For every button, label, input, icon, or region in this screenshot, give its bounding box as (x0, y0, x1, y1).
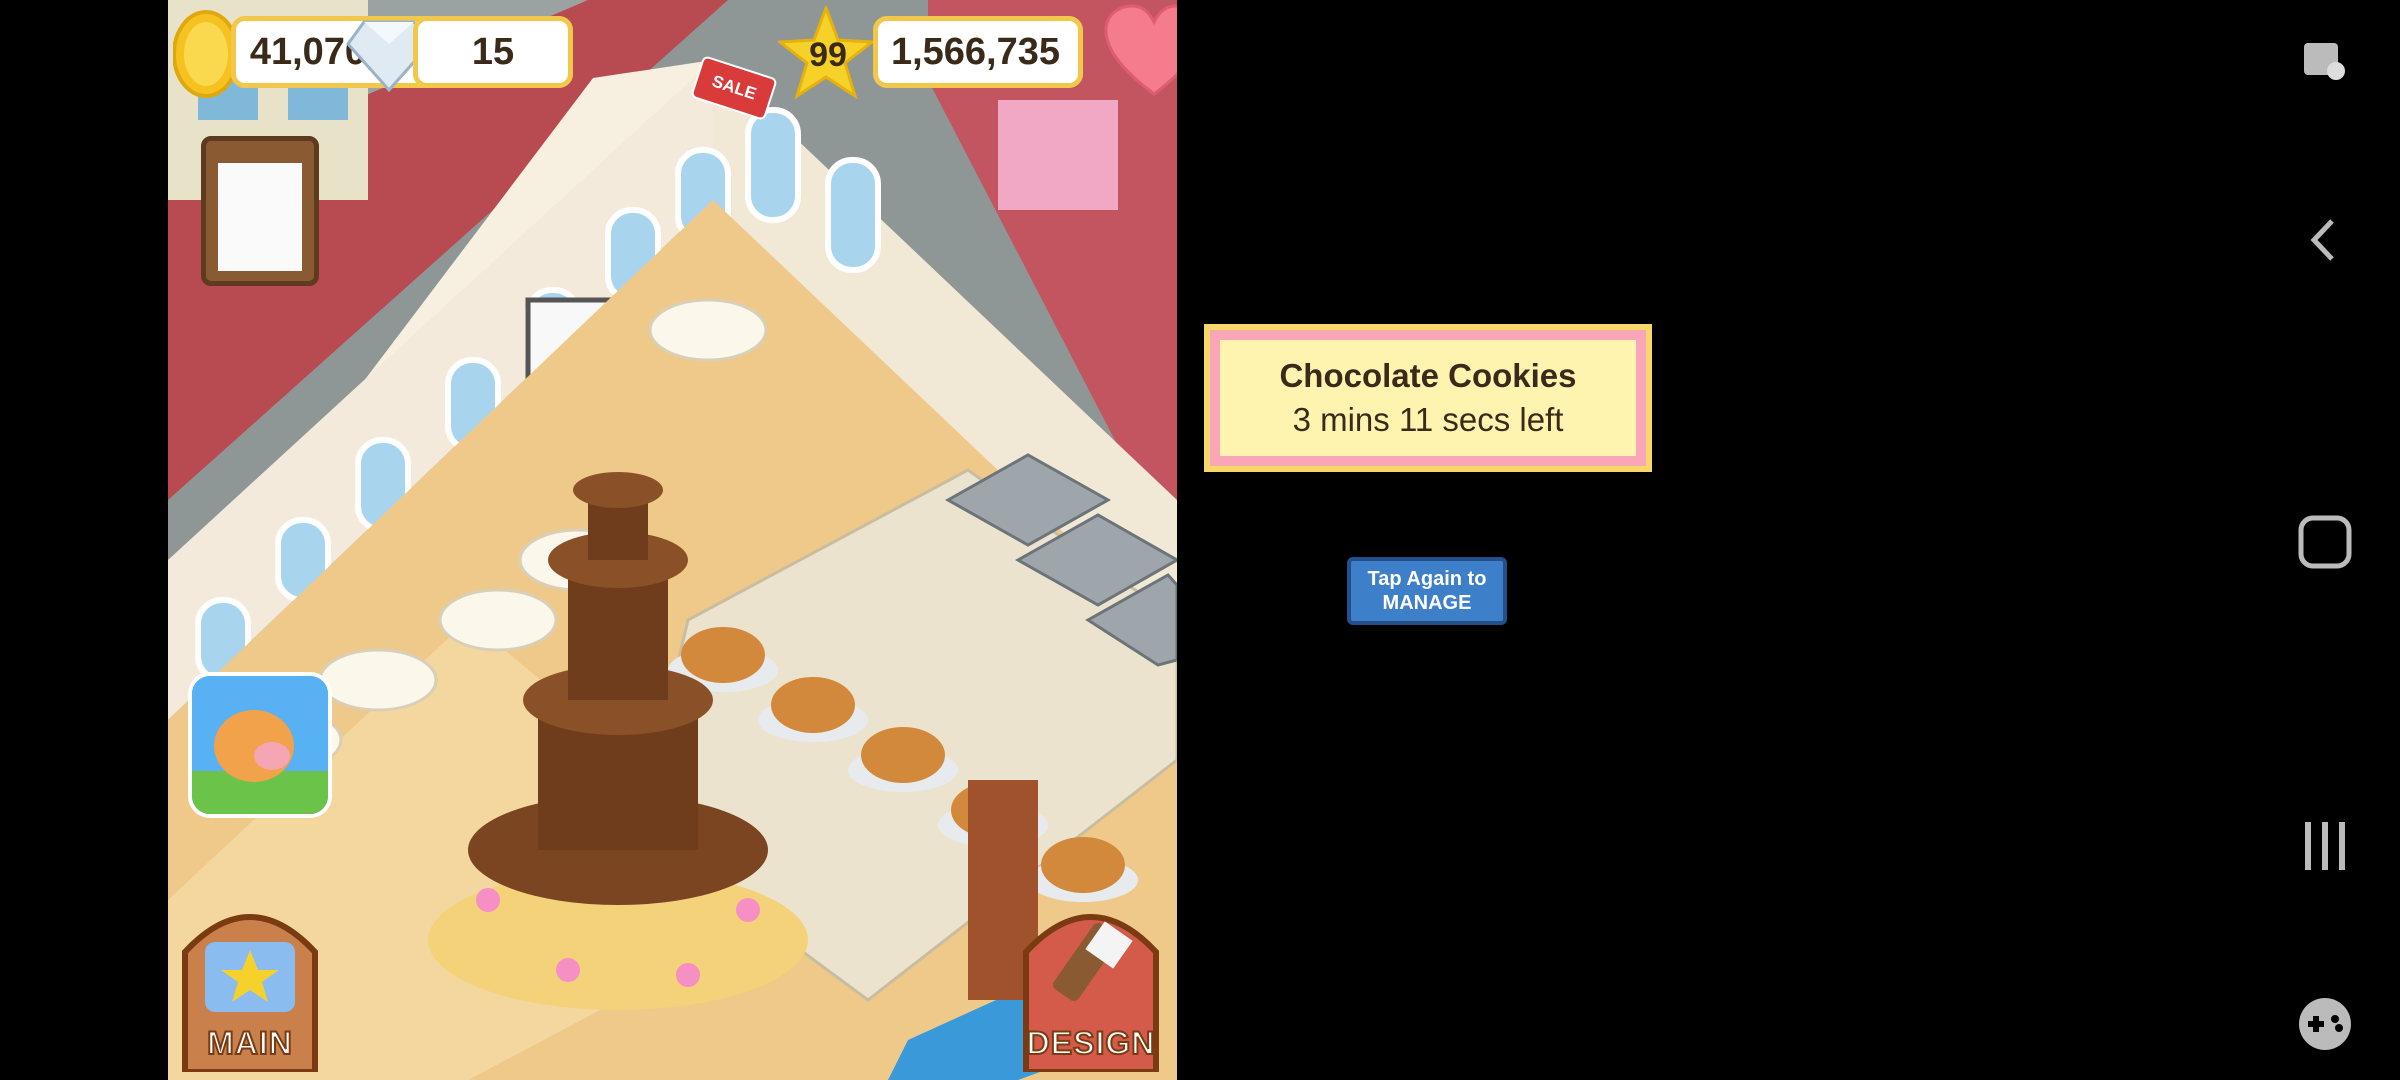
manage-line-2: MANAGE (1382, 592, 1472, 614)
recents-button[interactable] (2285, 806, 2365, 886)
manage-line-1: Tap Again to (1367, 568, 1487, 590)
flower-stand (998, 100, 1118, 210)
back-arrow-icon (2310, 219, 2334, 261)
level-value: 99 (809, 36, 847, 74)
screenshot-icon (2304, 43, 2345, 80)
screenshot-toolbar-button[interactable] (2285, 22, 2365, 102)
main-label: MAIN (206, 1024, 293, 1062)
heart-icon (1104, 4, 1177, 100)
recents-icon (2305, 822, 2345, 870)
design-button[interactable]: DESIGN (1016, 882, 1166, 1075)
design-label: DESIGN (1026, 1024, 1156, 1062)
xp-value: 1,566,735 (890, 30, 1060, 73)
tooltip-time-left: 3 mins 11 secs left (1292, 401, 1564, 438)
back-button[interactable] (2285, 200, 2365, 280)
game-tools-button[interactable] (2285, 984, 2365, 1064)
goals-clipboard-button[interactable] (201, 136, 319, 286)
sale-label: SALE (709, 71, 759, 104)
cooking-status-tooltip: Chocolate Cookies 3 mins 11 secs left (1210, 330, 1646, 466)
clipboard-icon (218, 163, 302, 271)
xp-counter: 1,566,735 (873, 16, 1083, 88)
gems-value: 15 (471, 30, 515, 73)
game-viewport[interactable]: 41,070,081 15 SALE 99 1,566,735 100 § (168, 0, 1177, 1080)
home-square-icon (2298, 515, 2352, 569)
coin-icon (173, 4, 239, 100)
gamepad-icon (2299, 998, 2351, 1050)
main-button[interactable]: MAIN (175, 882, 325, 1075)
cross-promo-button[interactable] (188, 672, 332, 818)
home-button[interactable] (2285, 502, 2365, 582)
tap-again-to-manage-prompt[interactable]: Tap Again to MANAGE (1347, 557, 1507, 625)
gems-counter[interactable]: 15 (413, 16, 573, 88)
farm-game-icon (192, 676, 328, 814)
tooltip-item-name: Chocolate Cookies (1279, 357, 1577, 394)
